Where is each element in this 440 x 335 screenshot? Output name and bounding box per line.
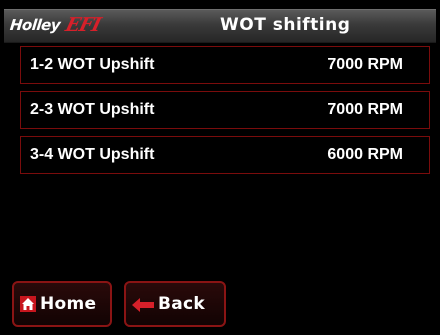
header-bar: Holley EFI WOT shifting xyxy=(4,9,436,43)
brand-holley: Holley xyxy=(9,16,62,34)
arrow-left-icon xyxy=(132,297,154,312)
home-icon xyxy=(20,296,36,312)
setting-label: 3-4 WOT Upshift xyxy=(30,146,155,163)
setting-value: 6000 RPM xyxy=(327,146,403,163)
setting-row-3-4-wot-upshift[interactable]: 3-4 WOT Upshift 6000 RPM xyxy=(20,136,430,174)
setting-label: 2-3 WOT Upshift xyxy=(30,101,155,118)
setting-row-2-3-wot-upshift[interactable]: 2-3 WOT Upshift 7000 RPM xyxy=(20,91,430,129)
back-button-label: Back xyxy=(158,294,206,314)
home-button-label: Home xyxy=(40,294,97,314)
settings-list: 1-2 WOT Upshift 7000 RPM 2-3 WOT Upshift… xyxy=(20,46,430,181)
setting-value: 7000 RPM xyxy=(327,101,403,118)
page-title: WOT shifting xyxy=(220,15,351,35)
back-button[interactable]: Back xyxy=(124,281,226,327)
brand-efi: EFI xyxy=(63,14,103,36)
setting-label: 1-2 WOT Upshift xyxy=(30,56,155,73)
home-button[interactable]: Home xyxy=(12,281,112,327)
setting-value: 7000 RPM xyxy=(327,56,403,73)
screen: Holley EFI WOT shifting 1-2 WOT Upshift … xyxy=(4,4,436,331)
setting-row-1-2-wot-upshift[interactable]: 1-2 WOT Upshift 7000 RPM xyxy=(20,46,430,84)
holley-efi-logo: Holley EFI xyxy=(9,13,103,37)
